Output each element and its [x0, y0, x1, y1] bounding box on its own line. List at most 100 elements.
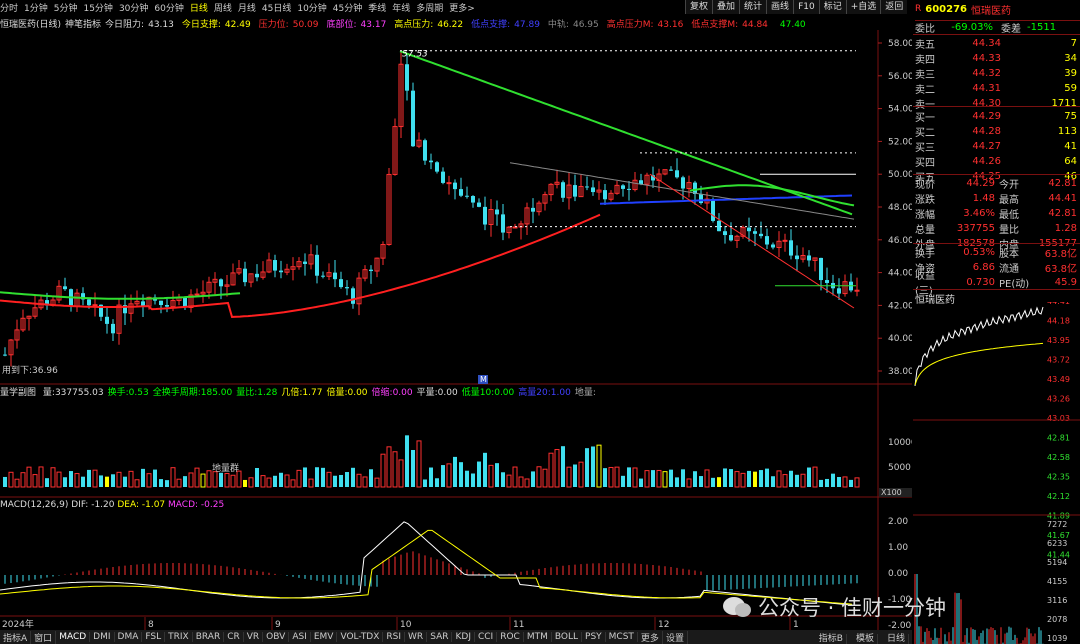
candle-body [315, 254, 319, 276]
period-tab[interactable]: 年线 [392, 4, 410, 14]
stat-label: 股本 [999, 248, 1019, 260]
volume-bar [56, 471, 62, 488]
period-tab[interactable]: 30分钟 [119, 4, 148, 14]
volume-bar [608, 466, 614, 488]
indicator-tab[interactable]: SAR [427, 632, 453, 642]
indicator-tab[interactable]: DMA [115, 632, 143, 642]
candle-body [255, 273, 259, 278]
volume-bar [116, 471, 122, 488]
indicator-tab[interactable]: 指标A [0, 630, 32, 644]
indicator-tab[interactable]: EMV [311, 632, 338, 642]
mini-avg-line [914, 342, 1044, 386]
volume-bar [333, 475, 337, 487]
period-tab[interactable]: 60分钟 [154, 4, 183, 14]
period-tab[interactable]: 1分钟 [24, 4, 48, 14]
indicator-name[interactable]: 神笔指标 [65, 17, 101, 30]
indicator-tab[interactable]: 窗口 [31, 630, 57, 644]
volume-bar [134, 479, 140, 488]
main-chart[interactable]: 58.00 56.00 54.00 52.00 50.00 48.00 46.00 44.00… [0, 30, 912, 630]
indicator-tab[interactable]: KDJ [452, 632, 475, 642]
resistance-line [649, 173, 855, 309]
indicator-tab[interactable]: MCST [606, 632, 638, 642]
volume-bar [495, 463, 499, 487]
stat-label: 量比 [999, 224, 1019, 236]
indicator-tab[interactable]: BOLL [552, 632, 583, 642]
volume-bar [411, 449, 415, 487]
volume-bar [405, 435, 409, 487]
volume-bar [717, 477, 721, 487]
period-tab[interactable]: 15分钟 [83, 4, 112, 14]
mini-price-label: 42.58 [1047, 453, 1070, 462]
volume-stat-label: 全换手周期: [152, 388, 201, 398]
bid-diff-label: 委差 [1001, 24, 1021, 35]
volume-bar [369, 469, 373, 487]
indicator-tab[interactable]: BRAR [193, 632, 225, 642]
indicator-tab[interactable]: ASI [289, 632, 311, 642]
indicator-number: 47.40 [779, 19, 806, 30]
period-tab[interactable]: 45日线 [262, 4, 291, 14]
mini-price-label: 42.35 [1047, 473, 1070, 482]
price-axis-label: 38.00 [888, 367, 912, 377]
bottom-right-tab[interactable]: 模板 [852, 633, 878, 644]
candle-body [477, 202, 481, 207]
indicator-tab[interactable]: RSI [383, 632, 406, 642]
volume-stat-label: 几倍: [281, 388, 303, 398]
period-tab[interactable]: 季线 [368, 4, 386, 14]
volume-bar [740, 472, 746, 488]
volume-stat-value: 1.77 [302, 388, 323, 398]
period-tab[interactable]: 45分钟 [333, 4, 362, 14]
volume-bar [200, 473, 206, 488]
indicator-tab[interactable]: 设置 [663, 630, 688, 644]
price-axis-label: 46.00 [888, 236, 912, 246]
bottom-right-tab[interactable]: 指标B [815, 633, 847, 644]
toolbar-button[interactable]: 叠加 [712, 0, 740, 14]
indicator-tab[interactable]: VOL-TDX [337, 632, 384, 642]
volume-bar [693, 471, 697, 487]
volume-bar [554, 449, 560, 488]
period-tab[interactable]: 10分钟 [297, 4, 326, 14]
indicator-tab[interactable]: CR [224, 632, 244, 642]
period-tab[interactable]: 月线 [238, 4, 256, 14]
stat-value: 45.9 [1054, 276, 1077, 288]
order-label: 买三 [915, 142, 935, 154]
toolbar-button[interactable]: 统计 [739, 0, 767, 14]
bottom-right-tab[interactable]: 日线 [883, 633, 909, 644]
toolbar-button[interactable]: 标记 [818, 0, 846, 14]
indicator-tab[interactable]: DMI [90, 632, 115, 642]
volume-bar [423, 479, 427, 487]
indicator-tab[interactable]: MTM [524, 632, 552, 642]
candle-body [273, 260, 277, 271]
indicator-tab[interactable]: TRIX [165, 632, 193, 642]
toolbar-button[interactable]: 复权 [685, 0, 713, 14]
toolbar-button[interactable]: 画线 [766, 0, 794, 14]
period-tab[interactable]: 周线 [214, 4, 232, 14]
period-tab[interactable]: 日线 [190, 4, 208, 14]
indicator-tab[interactable]: FSL [142, 632, 166, 642]
volume-bar [669, 469, 673, 487]
candle-body [591, 187, 595, 193]
volume-bar [446, 463, 452, 488]
toolbar-button[interactable]: 返回 [880, 0, 908, 14]
indicator-label: 中轨: [547, 19, 569, 30]
volume-stat-label: 倍量: [326, 388, 348, 398]
indicator-value: 高点压力M: 43.16 [607, 20, 688, 30]
toolbar-button[interactable]: +自选 [845, 0, 881, 14]
indicator-label: 今日阻力: [105, 19, 145, 30]
indicator-tab[interactable]: CCI [475, 632, 498, 642]
indicator-tab[interactable]: VR [244, 632, 264, 642]
toolbar-button[interactable]: F10 [793, 0, 819, 14]
period-tab[interactable]: 更多> [449, 4, 475, 14]
mini-price-label: 43.26 [1047, 395, 1070, 404]
indicator-tab[interactable]: 更多 [638, 630, 663, 644]
volume-bar [279, 472, 283, 487]
indicator-tab[interactable]: WR [405, 632, 428, 642]
indicator-tab[interactable]: OBV [263, 632, 290, 642]
period-tab[interactable]: 分时 [0, 4, 18, 14]
volume-stat-value: 185.00 [200, 388, 233, 398]
indicator-tab[interactable]: PSY [582, 632, 606, 642]
indicator-tab[interactable]: ROC [497, 632, 524, 642]
period-tab[interactable]: 多周期 [416, 4, 443, 14]
indicator-tab[interactable]: MACD [56, 632, 91, 642]
order-price: 44.32 [972, 67, 1001, 79]
period-tab[interactable]: 5分钟 [54, 4, 78, 14]
